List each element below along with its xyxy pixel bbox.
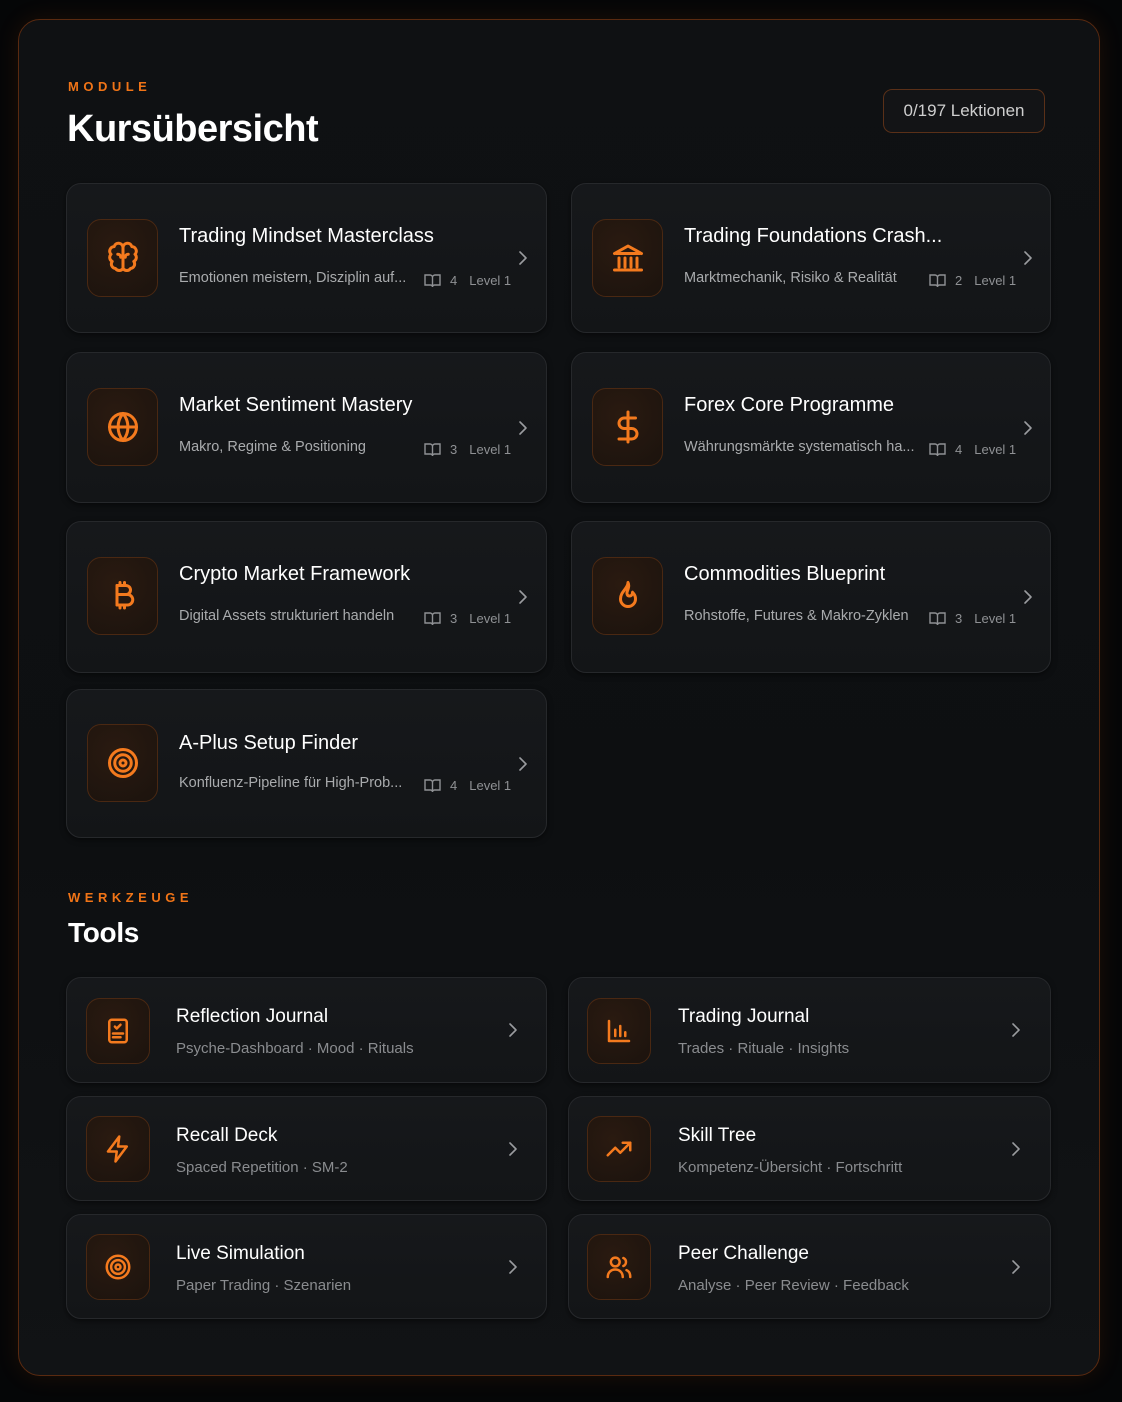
module-title: A-Plus Setup Finder xyxy=(179,732,358,754)
level-label: Level 1 xyxy=(469,611,512,626)
users-icon xyxy=(587,1234,651,1300)
module-title: Forex Core Programme xyxy=(684,394,895,416)
page-title: Kursübersicht xyxy=(67,108,319,150)
module-title: Trading Foundations Crash... xyxy=(684,225,943,247)
lesson-count: 4 xyxy=(450,273,458,288)
chevron-right-icon xyxy=(1011,1259,1021,1280)
module-subtitle: Digital Assets strukturiert handeln xyxy=(179,608,395,624)
lesson-count: 3 xyxy=(955,611,963,626)
module-title: Market Sentiment Mastery xyxy=(179,394,413,416)
level-label: Level 1 xyxy=(469,273,512,288)
module-card-trading-mindset[interactable]: Trading Mindset Masterclass Emotionen me… xyxy=(66,183,547,333)
chevron-right-icon xyxy=(1011,1141,1021,1162)
lesson-count: 3 xyxy=(450,611,458,626)
module-title: Trading Mindset Masterclass xyxy=(179,225,434,247)
chevron-right-icon xyxy=(508,1259,518,1280)
tool-card-recall-deck[interactable]: Recall Deck Spaced Repetition · SM-2 xyxy=(66,1096,547,1201)
level-label: Level 1 xyxy=(974,611,1017,626)
lesson-count: 4 xyxy=(955,442,963,457)
brain-icon xyxy=(87,219,158,297)
lesson-count: 2 xyxy=(955,273,963,288)
tool-title: Peer Challenge xyxy=(678,1243,809,1264)
trending-up-icon xyxy=(587,1116,651,1182)
tool-title: Live Simulation xyxy=(176,1243,305,1264)
module-meta: 2 Level 1 xyxy=(929,273,1016,288)
module-meta: 4 Level 1 xyxy=(424,778,511,793)
level-label: Level 1 xyxy=(974,273,1017,288)
module-subtitle: Emotionen meistern, Disziplin auf... xyxy=(179,270,407,286)
bank-icon xyxy=(592,219,663,297)
tool-subtitle: Psyche-Dashboard · Mood · Rituals xyxy=(176,1040,414,1057)
tool-card-trading-journal[interactable]: Trading Journal Trades · Rituale · Insig… xyxy=(568,977,1051,1083)
target-icon xyxy=(86,1234,150,1300)
globe-icon xyxy=(87,388,158,466)
tool-subtitle: Paper Trading · Szenarien xyxy=(176,1277,352,1294)
tool-title: Recall Deck xyxy=(176,1125,278,1146)
chevron-right-icon xyxy=(518,756,528,777)
tool-subtitle: Spaced Repetition · SM-2 xyxy=(176,1159,348,1176)
chevron-right-icon xyxy=(518,589,528,610)
module-card-commodities[interactable]: Commodities Blueprint Rohstoffe, Futures… xyxy=(571,521,1051,673)
module-card-a-plus-setup[interactable]: A-Plus Setup Finder Konfluenz-Pipeline f… xyxy=(66,689,547,838)
module-card-trading-foundations[interactable]: Trading Foundations Crash... Marktmechan… xyxy=(571,183,1051,333)
lesson-count: 3 xyxy=(450,442,458,457)
flame-icon xyxy=(592,557,663,635)
tool-card-skill-tree[interactable]: Skill Tree Kompetenz-Übersicht · Fortsch… xyxy=(568,1096,1051,1201)
chevron-right-icon xyxy=(1011,1022,1021,1043)
tool-title: Skill Tree xyxy=(678,1125,757,1146)
target-icon xyxy=(87,724,158,802)
journal-icon xyxy=(86,998,150,1064)
tool-title: Trading Journal xyxy=(678,1006,810,1027)
chevron-right-icon xyxy=(518,250,528,271)
module-subtitle: Marktmechanik, Risiko & Realität xyxy=(684,270,897,286)
level-label: Level 1 xyxy=(469,442,512,457)
module-card-forex-core[interactable]: Forex Core Programme Währungsmärkte syst… xyxy=(571,352,1051,503)
tool-subtitle: Kompetenz-Übersicht · Fortschritt xyxy=(678,1159,903,1176)
chevron-right-icon xyxy=(518,420,528,441)
level-label: Level 1 xyxy=(469,778,512,793)
module-meta: 4 Level 1 xyxy=(929,442,1016,457)
book-icon xyxy=(424,779,441,793)
module-subtitle: Rohstoffe, Futures & Makro-Zyklen xyxy=(684,608,909,624)
bar-chart-icon xyxy=(587,998,651,1064)
module-subtitle: Währungsmärkte systematisch ha... xyxy=(684,439,915,455)
chevron-right-icon xyxy=(508,1141,518,1162)
module-meta: 3 Level 1 xyxy=(929,611,1016,626)
book-icon xyxy=(929,612,946,626)
chevron-right-icon xyxy=(508,1022,518,1043)
lesson-count: 4 xyxy=(450,778,458,793)
book-icon xyxy=(424,274,441,288)
dollar-icon xyxy=(592,388,663,466)
tools-title: Tools xyxy=(68,917,140,948)
module-subtitle: Makro, Regime & Positioning xyxy=(179,439,366,455)
chevron-right-icon xyxy=(1023,250,1033,271)
book-icon xyxy=(424,612,441,626)
module-meta: 3 Level 1 xyxy=(424,442,511,457)
tools-eyebrow: WERKZEUGE xyxy=(68,890,193,905)
lesson-progress-badge: 0/197 Lektionen xyxy=(883,89,1045,133)
module-title: Commodities Blueprint xyxy=(684,563,886,585)
module-meta: 4 Level 1 xyxy=(424,273,511,288)
chevron-right-icon xyxy=(1023,589,1033,610)
level-label: Level 1 xyxy=(974,442,1017,457)
bitcoin-icon xyxy=(87,557,158,635)
tool-card-reflection-journal[interactable]: Reflection Journal Psyche-Dashboard · Mo… xyxy=(66,977,547,1083)
chevron-right-icon xyxy=(1023,420,1033,441)
tool-card-live-simulation[interactable]: Live Simulation Paper Trading · Szenarie… xyxy=(66,1214,547,1319)
book-icon xyxy=(929,274,946,288)
module-subtitle: Konfluenz-Pipeline für High-Prob... xyxy=(179,775,403,791)
book-icon xyxy=(929,443,946,457)
tool-subtitle: Trades · Rituale · Insights xyxy=(678,1040,850,1057)
module-card-market-sentiment[interactable]: Market Sentiment Mastery Makro, Regime &… xyxy=(66,352,547,503)
tool-subtitle: Analyse · Peer Review · Feedback xyxy=(678,1277,909,1294)
modules-eyebrow: MODULE xyxy=(68,79,152,94)
book-icon xyxy=(424,443,441,457)
module-card-crypto-framework[interactable]: Crypto Market Framework Digital Assets s… xyxy=(66,521,547,673)
tool-title: Reflection Journal xyxy=(176,1006,329,1027)
module-title: Crypto Market Framework xyxy=(179,563,411,585)
tool-card-peer-challenge[interactable]: Peer Challenge Analyse · Peer Review · F… xyxy=(568,1214,1051,1319)
lightning-icon xyxy=(86,1116,150,1182)
module-meta: 3 Level 1 xyxy=(424,611,511,626)
